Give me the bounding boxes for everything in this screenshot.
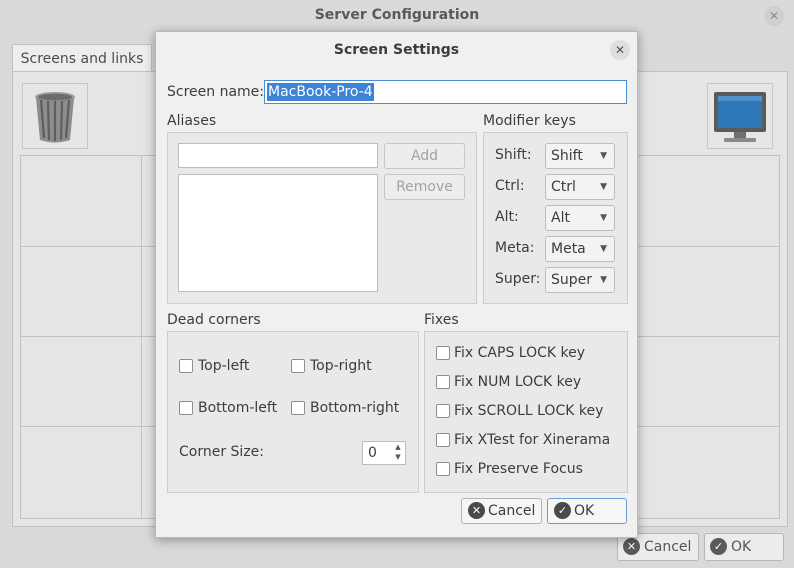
- screen-name-input[interactable]: MacBook-Pro-4: [264, 80, 627, 104]
- background-cancel-label: Cancel: [644, 539, 692, 555]
- chevron-down-icon: ▼: [600, 213, 607, 223]
- fix-scroll-lock-checkbox[interactable]: [436, 404, 450, 418]
- screen-settings-dialog: Screen Settings ✕ Screen name: MacBook-P…: [155, 31, 638, 538]
- fix-num-lock-label: Fix NUM LOCK key: [454, 374, 582, 390]
- ok-button-label: OK: [574, 503, 595, 519]
- chevron-down-icon: ▼: [600, 151, 607, 161]
- tab-screens-and-links[interactable]: Screens and links: [12, 44, 152, 73]
- ok-button[interactable]: ✓ OK: [547, 498, 627, 524]
- chevron-down-icon: ▼: [600, 275, 607, 285]
- background-close-icon[interactable]: ✕: [764, 6, 784, 26]
- fix-caps-lock-label: Fix CAPS LOCK key: [454, 345, 586, 361]
- ctrl-select[interactable]: Ctrl ▼: [545, 174, 615, 200]
- ctrl-label: Ctrl:: [495, 178, 525, 194]
- fix-xtest-checkbox[interactable]: [436, 433, 450, 447]
- background-ok-button[interactable]: ✓ OK: [704, 533, 784, 561]
- check-icon: ✓: [710, 538, 727, 555]
- meta-select[interactable]: Meta ▼: [545, 236, 615, 262]
- ctrl-value: Ctrl: [551, 179, 576, 195]
- background-titlebar: Server Configuration ✕: [0, 0, 794, 32]
- monitor-icon[interactable]: [707, 83, 773, 149]
- remove-alias-button[interactable]: Remove: [384, 174, 465, 200]
- shift-value: Shift: [551, 148, 583, 164]
- super-value: Super: [551, 272, 593, 288]
- bottom-right-checkbox[interactable]: [291, 401, 305, 415]
- check-icon: ✓: [554, 502, 571, 519]
- background-ok-label: OK: [731, 539, 752, 555]
- screen-name-value: MacBook-Pro-4: [267, 83, 374, 101]
- meta-value: Meta: [551, 241, 586, 257]
- fix-preserve-focus-checkbox[interactable]: [436, 462, 450, 476]
- alt-label: Alt:: [495, 209, 519, 225]
- bottom-right-label: Bottom-right: [310, 400, 400, 416]
- spin-up-icon[interactable]: ▲: [393, 443, 403, 452]
- chevron-down-icon: ▼: [600, 244, 607, 254]
- bottom-left-label: Bottom-left: [198, 400, 278, 416]
- cancel-button-label: Cancel: [488, 503, 536, 519]
- shift-label: Shift:: [495, 147, 532, 163]
- cancel-icon: ✕: [468, 502, 485, 519]
- dead-corners-label: Dead corners: [167, 312, 261, 328]
- trash-icon[interactable]: [22, 83, 88, 149]
- alias-input[interactable]: [178, 143, 378, 168]
- alias-list[interactable]: [178, 174, 378, 292]
- dialog-title: Screen Settings: [333, 42, 460, 58]
- modifier-keys-label: Modifier keys: [483, 113, 576, 129]
- add-alias-button[interactable]: Add: [384, 143, 465, 169]
- cancel-icon: ✕: [623, 538, 640, 555]
- spin-down-icon[interactable]: ▼: [393, 453, 403, 462]
- fix-num-lock-checkbox[interactable]: [436, 375, 450, 389]
- corner-size-spinbox[interactable]: 0 ▲ ▼: [362, 441, 406, 465]
- cancel-button[interactable]: ✕ Cancel: [461, 498, 542, 524]
- background-window-title: Server Configuration: [314, 7, 480, 23]
- meta-label: Meta:: [495, 240, 535, 256]
- fix-preserve-focus-label: Fix Preserve Focus: [454, 461, 583, 477]
- close-icon[interactable]: ✕: [610, 40, 630, 60]
- super-select[interactable]: Super ▼: [545, 267, 615, 293]
- top-left-label: Top-left: [198, 358, 250, 374]
- top-left-checkbox[interactable]: [179, 359, 193, 373]
- top-right-checkbox[interactable]: [291, 359, 305, 373]
- fix-scroll-lock-label: Fix SCROLL LOCK key: [454, 403, 604, 419]
- super-label: Super:: [495, 271, 541, 287]
- fix-xtest-label: Fix XTest for Xinerama: [454, 432, 611, 448]
- alt-select[interactable]: Alt ▼: [545, 205, 615, 231]
- top-right-label: Top-right: [310, 358, 372, 374]
- alt-value: Alt: [551, 210, 570, 226]
- screen-name-label: Screen name:: [167, 84, 265, 100]
- bottom-left-checkbox[interactable]: [179, 401, 193, 415]
- fixes-label: Fixes: [424, 312, 459, 328]
- aliases-label: Aliases: [167, 113, 217, 129]
- corner-size-label: Corner Size:: [179, 444, 264, 460]
- shift-select[interactable]: Shift ▼: [545, 143, 615, 169]
- fix-caps-lock-checkbox[interactable]: [436, 346, 450, 360]
- corner-size-value: 0: [368, 445, 377, 461]
- chevron-down-icon: ▼: [600, 182, 607, 192]
